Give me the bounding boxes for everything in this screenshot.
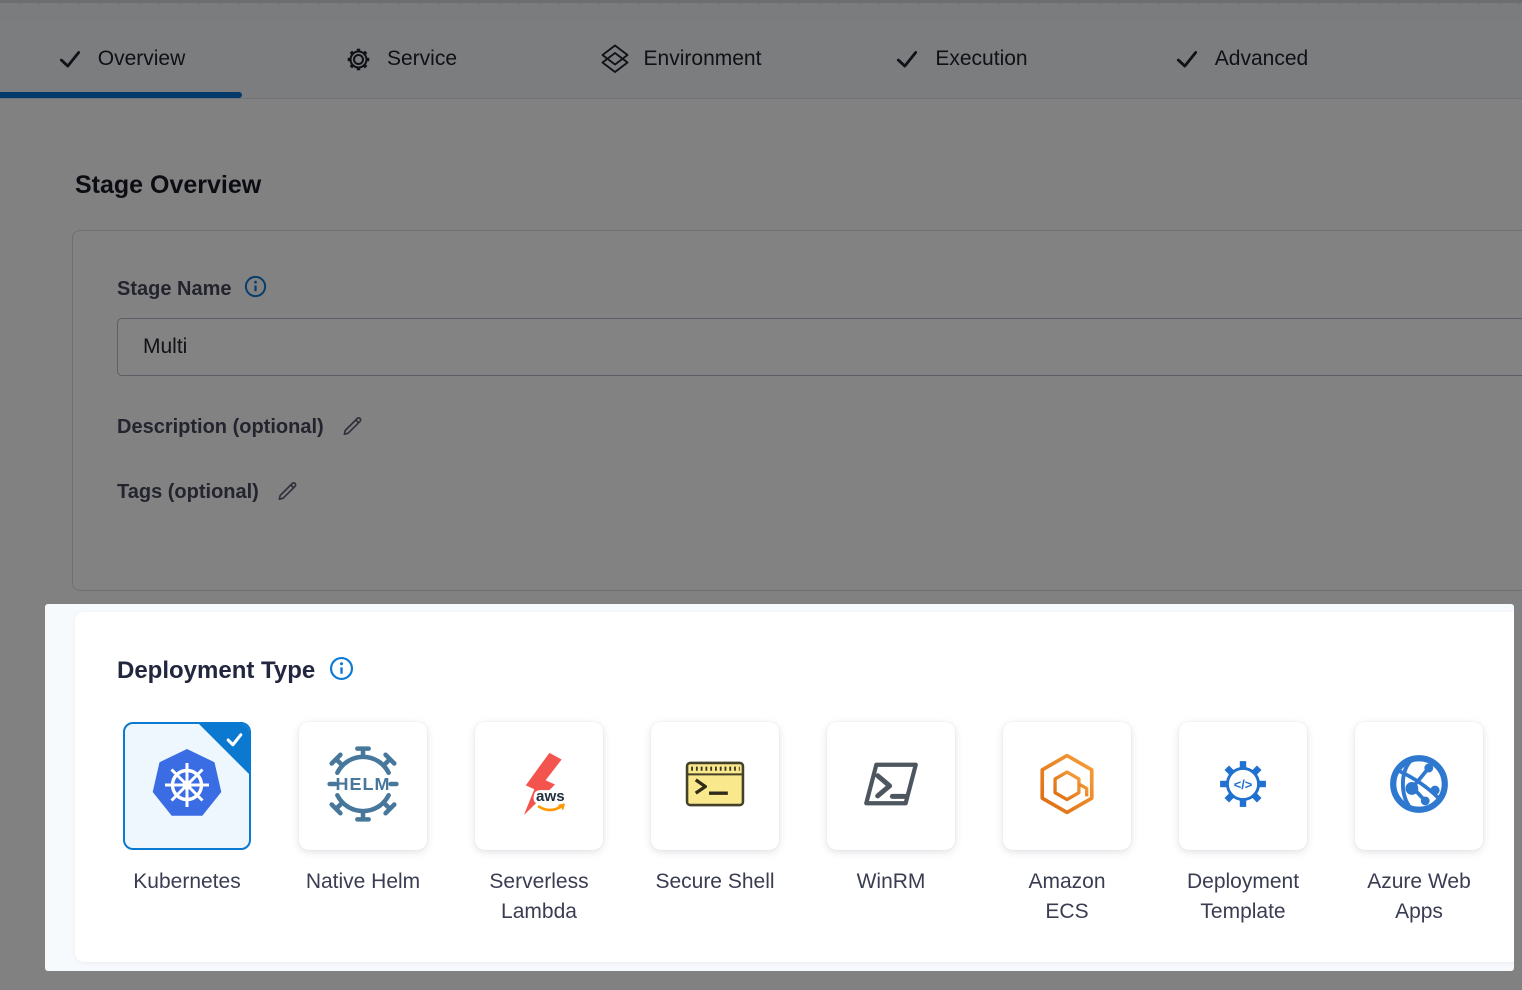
page-title: Stage Overview — [75, 171, 261, 200]
deployment-type-options: Kubernetes — [123, 722, 1483, 927]
deployment-option-winrm-item: WinRM — [827, 722, 955, 927]
deployment-option-amazon-ecs[interactable] — [1003, 722, 1131, 850]
deployment-option-label: Serverless Lambda — [449, 867, 629, 927]
deployment-option-label: Native Helm — [273, 867, 453, 897]
tags-label: Tags (optional) — [117, 481, 259, 504]
kubernetes-icon — [149, 746, 225, 827]
azure-web-apps-icon — [1387, 752, 1451, 821]
info-icon[interactable] — [329, 656, 354, 686]
check-icon — [57, 46, 83, 72]
svg-text:HELM: HELM — [336, 774, 391, 794]
check-icon — [894, 46, 920, 72]
deployment-type-title: Deployment Type — [117, 657, 315, 685]
tab-service[interactable]: Service — [280, 20, 522, 98]
deployment-option-native-helm-item: HELM Native Helm — [299, 722, 427, 927]
deployment-template-icon: </> — [1210, 751, 1276, 822]
active-tab-underline — [0, 92, 242, 98]
stage-tabbar: Overview Service Environment — [0, 20, 1522, 99]
stage-name-input[interactable] — [117, 318, 1522, 376]
stage-name-label: Stage Name — [117, 278, 232, 301]
tab-overview-label: Overview — [98, 47, 186, 71]
edit-pencil-icon[interactable] — [340, 411, 367, 444]
deployment-option-secure-shell-item: Secure Shell — [651, 722, 779, 927]
deployment-option-deployment-template-item: </> Deployment Template — [1179, 722, 1307, 927]
deployment-option-kubernetes-item: Kubernetes — [123, 722, 251, 927]
secure-shell-icon — [682, 751, 748, 822]
tab-service-label: Service — [387, 47, 457, 71]
tab-environment[interactable]: Environment — [560, 20, 802, 98]
helm-icon: HELM — [324, 745, 402, 828]
check-icon — [1174, 46, 1200, 72]
deployment-option-winrm[interactable] — [827, 722, 955, 850]
deployment-option-label: Secure Shell — [625, 867, 805, 897]
svg-text:</>: </> — [1234, 777, 1253, 792]
tab-advanced-label: Advanced — [1215, 47, 1308, 71]
deployment-type-spotlight: Deployment Type — [45, 604, 1514, 971]
edit-pencil-icon[interactable] — [275, 476, 302, 509]
deployment-option-serverless-lambda[interactable]: aws — [475, 722, 603, 850]
deployment-option-azure-web-apps-item: Azure Web Apps — [1355, 722, 1483, 927]
deployment-option-label: Amazon ECS — [977, 867, 1157, 927]
deployment-option-native-helm[interactable]: HELM — [299, 722, 427, 850]
amazon-ecs-icon — [1034, 751, 1100, 822]
deployment-option-label: Azure Web Apps — [1329, 867, 1509, 927]
gear-icon — [345, 46, 372, 73]
deployment-option-label: Kubernetes — [97, 867, 277, 897]
deployment-option-deployment-template[interactable]: </> — [1179, 722, 1307, 850]
tab-environment-label: Environment — [644, 47, 762, 71]
info-icon[interactable] — [244, 275, 267, 304]
description-label: Description (optional) — [117, 416, 324, 439]
serverless-lambda-icon: aws — [505, 750, 573, 823]
tab-execution-label: Execution — [935, 47, 1027, 71]
layers-icon — [601, 44, 629, 74]
deployment-option-serverless-lambda-item: aws Serverless Lambda — [475, 722, 603, 927]
winrm-icon — [858, 751, 924, 822]
deployment-option-azure-web-apps[interactable] — [1355, 722, 1483, 850]
tab-overview[interactable]: Overview — [0, 20, 242, 98]
deployment-option-secure-shell[interactable] — [651, 722, 779, 850]
svg-text:aws: aws — [536, 788, 565, 805]
deployment-type-card: Deployment Type — [75, 612, 1514, 962]
deployment-option-label: WinRM — [801, 867, 981, 897]
pipeline-canvas-dots — [0, 0, 1522, 20]
deployment-option-label: Deployment Template — [1153, 867, 1333, 927]
stage-overview-card: Stage Name Description (optional) Tags (… — [72, 230, 1522, 591]
deployment-option-kubernetes[interactable] — [123, 722, 251, 850]
tab-execution[interactable]: Execution — [840, 20, 1082, 98]
deployment-option-amazon-ecs-item: Amazon ECS — [1003, 722, 1131, 927]
tab-advanced[interactable]: Advanced — [1120, 20, 1362, 98]
